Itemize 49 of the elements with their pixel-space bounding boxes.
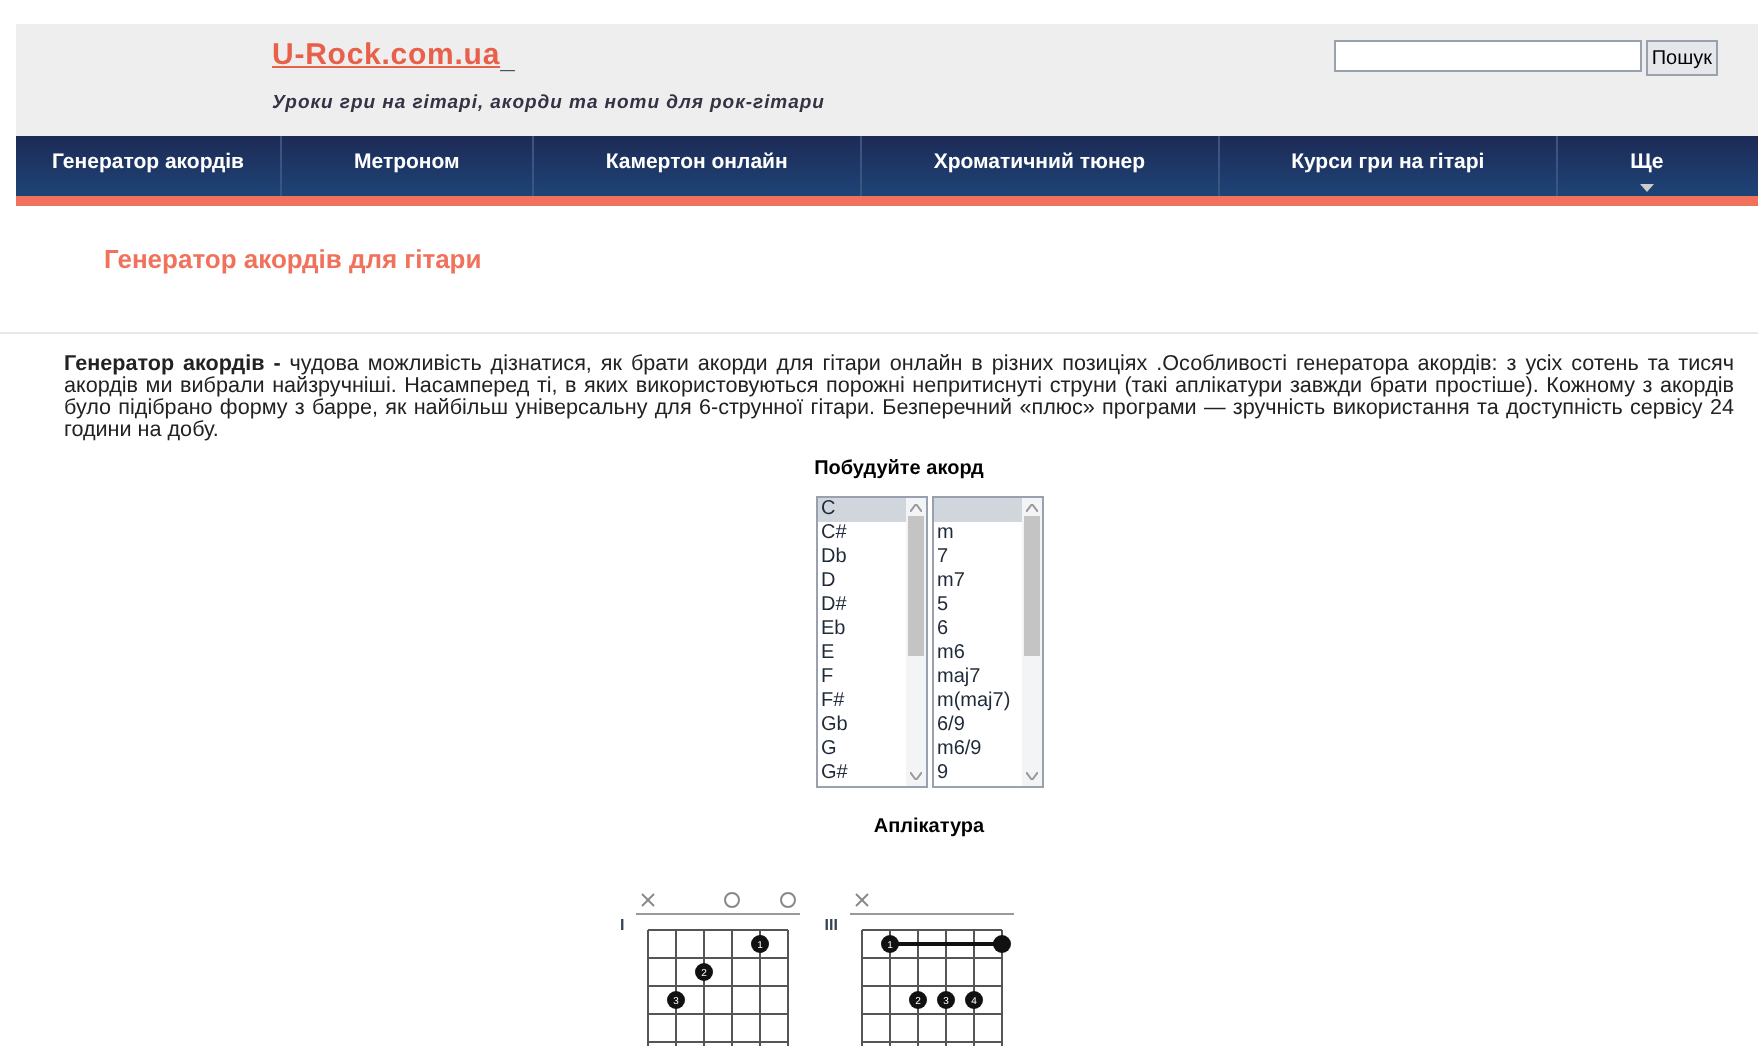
tagline: Уроки гри на гітарі, акорди та ноти для рок-гітари xyxy=(272,89,825,117)
list-option[interactable]: G# xyxy=(817,762,905,786)
list-option[interactable]: D xyxy=(817,570,905,594)
nav-tab[interactable]: Метроном xyxy=(282,136,534,196)
list-option[interactable]: D# xyxy=(817,594,905,618)
list-option[interactable]: Gb xyxy=(817,714,905,738)
list-option[interactable]: 9 xyxy=(933,762,1021,786)
list-option[interactable]: m6/9 xyxy=(933,738,1021,762)
list-option[interactable]: Eb xyxy=(817,618,905,642)
list-option[interactable]: m7 xyxy=(933,570,1021,594)
chord-listbox[interactable]: m 7 m7 5 6 m6 maj7 m(maj7) 6/9 m6/9 9 xyxy=(931,496,1043,788)
scrollbar[interactable] xyxy=(905,498,925,786)
intro-paragraph: Генератор акордів - чудова можливість дізнатися, як брати акорди для гітари онлайн в різних позиціях .Особливості генератора акордів: з усіх сотень та тисяч акордів ми вибрали найзручніші. Насамперед ті, в яких використовуються порожні непритиснуті струни (такі аплікатури завжди брати простіше). Кожному з акордів було підібрано форму з барре, як найбільш універсальну для 6-струнної гітари. Безперечний «плюс» програми — зручність використання та доступність сервісу 24 години на добу. xyxy=(62,354,1737,442)
fingering-title: Аплікатура xyxy=(873,814,985,842)
list-option[interactable]: 6 xyxy=(933,618,1021,642)
list-option[interactable]: maj7 xyxy=(933,666,1021,690)
list-option[interactable]: G xyxy=(817,738,905,762)
search-field[interactable] xyxy=(1333,40,1642,72)
list-option[interactable]: F# xyxy=(817,690,905,714)
list-option[interactable]: 5 xyxy=(933,594,1021,618)
nav-tab[interactable]: Камертон онлайн xyxy=(533,136,862,196)
nav-tab[interactable]: Ще xyxy=(1558,136,1736,196)
nav-tab[interactable]: Хроматичний тюнер xyxy=(861,136,1220,196)
scroll-thumb[interactable] xyxy=(907,516,923,656)
page-title: Генератор акордів для гітари xyxy=(104,242,484,278)
scrollbar[interactable] xyxy=(1021,498,1041,786)
list-option[interactable]: m xyxy=(933,522,1021,546)
nav-tab[interactable]: Курси гри на гітарі xyxy=(1219,136,1559,196)
list-option[interactable]: m6 xyxy=(933,642,1021,666)
list-option[interactable]: 7 xyxy=(933,546,1021,570)
list-option[interactable]: m(maj7) xyxy=(933,690,1021,714)
search-button[interactable]: Пошук xyxy=(1645,40,1718,76)
fret-number: III xyxy=(824,914,838,938)
scroll-up-icon[interactable] xyxy=(909,504,921,512)
list-option[interactable]: E xyxy=(817,642,905,666)
scroll-up-icon[interactable] xyxy=(1025,504,1037,512)
logo-cursor: _ xyxy=(500,42,515,78)
nav-tab[interactable]: Генератор акордів xyxy=(16,136,283,196)
list-option[interactable]: F xyxy=(817,666,905,690)
builder-title: Побудуйте акорд xyxy=(814,456,984,484)
chord-listbox[interactable]: C C# Db D D# Eb E F F# Gb G G# xyxy=(815,496,927,788)
scroll-down-icon[interactable] xyxy=(909,772,921,780)
list-option[interactable]: C# xyxy=(817,522,905,546)
scroll-down-icon[interactable] xyxy=(1025,772,1037,780)
list-option[interactable]: C xyxy=(817,498,905,522)
list-option[interactable]: 6/9 xyxy=(933,714,1021,738)
scroll-thumb[interactable] xyxy=(1023,516,1039,656)
list-option[interactable]: Db xyxy=(817,546,905,570)
fret-number: I xyxy=(620,914,625,938)
